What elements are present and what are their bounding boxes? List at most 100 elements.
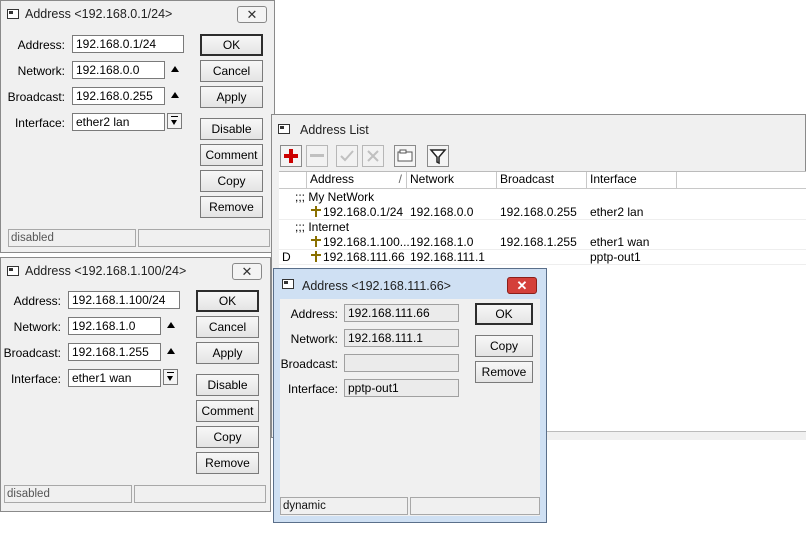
window-icon xyxy=(7,266,19,276)
cancel-button[interactable]: Cancel xyxy=(196,316,259,338)
broadcast-field[interactable]: 192.168.0.255 xyxy=(72,87,165,105)
apply-button[interactable]: Apply xyxy=(200,86,263,108)
ok-button[interactable]: OK xyxy=(196,290,259,312)
status-bar-secondary xyxy=(134,485,266,503)
row-interface: ether2 lan xyxy=(590,205,644,219)
close-button[interactable]: ✕ xyxy=(507,277,537,294)
status-bar-secondary xyxy=(410,497,540,515)
address-dialog-192-168-111-66: Address <192.168.111.66> ✕ Address: 192.… xyxy=(273,268,547,523)
close-button[interactable]: ✕ xyxy=(232,263,262,280)
remove-button[interactable] xyxy=(306,145,328,167)
dialog-titlebar[interactable]: Address <192.168.0.1/24> ✕ xyxy=(1,1,274,29)
table-row[interactable]: 192.168.1.100... 192.168.1.0 192.168.1.2… xyxy=(279,234,806,250)
disable-button[interactable] xyxy=(362,145,384,167)
interface-label: Interface: xyxy=(287,382,338,396)
status-bar-secondary xyxy=(138,229,270,247)
enable-icon xyxy=(340,150,354,162)
comment-icon xyxy=(397,149,413,162)
dropdown-arrow-icon[interactable] xyxy=(167,113,182,129)
address-icon xyxy=(311,206,321,217)
dialog-titlebar[interactable]: Address <192.168.111.66> ✕ xyxy=(274,269,546,297)
table-row[interactable]: 192.168.0.1/24 192.168.0.0 192.168.0.255… xyxy=(279,204,806,220)
dialog-title: Address <192.168.1.100/24> xyxy=(25,264,187,278)
collapse-arrow-icon[interactable] xyxy=(171,92,179,98)
table-row[interactable]: D 192.168.111.66 192.168.111.1 pptp-out1 xyxy=(279,249,806,265)
dialog-title: Address <192.168.111.66> xyxy=(302,279,451,293)
table-header: Address / Network Broadcast Interface xyxy=(279,172,806,189)
dialog-titlebar[interactable]: Address <192.168.1.100/24> ✕ xyxy=(1,258,270,286)
address-list-titlebar[interactable]: Address List xyxy=(272,115,805,143)
column-header-address[interactable]: Address / xyxy=(307,172,407,188)
address-icon xyxy=(311,251,321,262)
remove-button[interactable]: Remove xyxy=(475,361,533,383)
table-row-comment[interactable]: ;;; Internet xyxy=(279,219,806,234)
disable-button[interactable]: Disable xyxy=(196,374,259,396)
apply-button[interactable]: Apply xyxy=(196,342,259,364)
column-header-network[interactable]: Network xyxy=(407,172,497,188)
remove-icon xyxy=(310,154,324,157)
row-network: 192.168.111.1 xyxy=(410,250,485,264)
broadcast-label: Broadcast: xyxy=(280,357,338,371)
broadcast-label: Broadcast: xyxy=(3,346,61,360)
address-field[interactable]: 192.168.1.100/24 xyxy=(68,291,180,309)
address-dialog-192-168-0-1: Address <192.168.0.1/24> ✕ Address: 192.… xyxy=(0,0,275,253)
row-interface: ether1 wan xyxy=(590,235,650,249)
row-network: 192.168.0.0 xyxy=(410,205,474,219)
interface-select[interactable]: ether1 wan xyxy=(68,369,161,387)
ok-button[interactable]: OK xyxy=(200,34,263,56)
broadcast-field[interactable] xyxy=(344,354,459,372)
remove-button[interactable]: Remove xyxy=(196,452,259,474)
status-bar: disabled xyxy=(4,485,132,503)
collapse-arrow-icon[interactable] xyxy=(171,66,179,72)
disable-button[interactable]: Disable xyxy=(200,118,263,140)
column-header-broadcast[interactable]: Broadcast xyxy=(497,172,587,188)
window-icon xyxy=(7,9,19,19)
network-label: Network: xyxy=(17,64,65,78)
row-address: 192.168.0.1/24 xyxy=(323,205,404,219)
comment-button[interactable]: Comment xyxy=(200,144,263,166)
row-address-cell: 192.168.0.1/24 xyxy=(311,205,403,219)
broadcast-field[interactable]: 192.168.1.255 xyxy=(68,343,161,361)
enable-button[interactable] xyxy=(336,145,358,167)
filter-icon xyxy=(429,149,447,165)
close-button[interactable]: ✕ xyxy=(237,6,267,23)
copy-button[interactable]: Copy xyxy=(200,170,263,192)
row-address-cell: 192.168.111.66 xyxy=(311,250,405,264)
cancel-button[interactable]: Cancel xyxy=(200,60,263,82)
network-field[interactable]: 192.168.1.0 xyxy=(68,317,161,335)
row-address-cell: 192.168.1.100... xyxy=(311,235,410,249)
filter-button[interactable] xyxy=(427,145,449,167)
address-icon xyxy=(311,236,321,247)
interface-field[interactable]: pptp-out1 xyxy=(344,379,459,397)
ok-button[interactable]: OK xyxy=(475,303,533,325)
row-flag: D xyxy=(282,250,291,264)
row-broadcast: 192.168.1.255 xyxy=(500,235,577,249)
address-field[interactable]: 192.168.0.1/24 xyxy=(72,35,184,53)
window-icon xyxy=(278,124,290,134)
dropdown-arrow-icon[interactable] xyxy=(163,369,178,385)
comment-button[interactable]: Comment xyxy=(196,400,259,422)
collapse-arrow-icon[interactable] xyxy=(167,322,175,328)
remove-button[interactable]: Remove xyxy=(200,196,263,218)
address-field[interactable]: 192.168.111.66 xyxy=(344,304,459,322)
disable-icon xyxy=(367,150,379,162)
column-header-flag[interactable] xyxy=(279,172,307,188)
table-row-comment[interactable]: ;;; My NetWork xyxy=(279,189,806,204)
add-icon xyxy=(284,149,298,163)
network-field[interactable]: 192.168.111.1 xyxy=(344,329,459,347)
comment-button[interactable] xyxy=(394,145,416,167)
network-field[interactable]: 192.168.0.0 xyxy=(72,61,165,79)
add-button[interactable] xyxy=(280,145,302,167)
row-address: 192.168.111.66 xyxy=(323,250,405,264)
collapse-arrow-icon[interactable] xyxy=(167,348,175,354)
address-label: Address: xyxy=(13,294,61,308)
broadcast-label: Broadcast: xyxy=(7,90,65,104)
column-header-interface[interactable]: Interface xyxy=(587,172,677,188)
address-label: Address: xyxy=(17,38,65,52)
copy-button[interactable]: Copy xyxy=(196,426,259,448)
dialog-title: Address <192.168.0.1/24> xyxy=(25,7,173,21)
interface-select[interactable]: ether2 lan xyxy=(72,113,165,131)
address-list-title: Address List xyxy=(300,123,369,137)
copy-button[interactable]: Copy xyxy=(475,335,533,357)
row-comment: ;;; Internet xyxy=(295,220,350,234)
